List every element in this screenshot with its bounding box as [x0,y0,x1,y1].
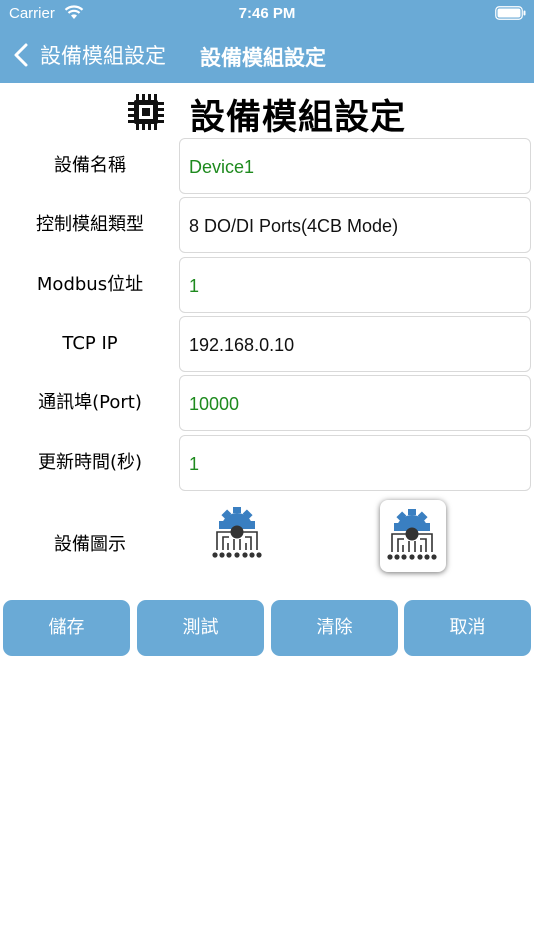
module-type-label: 控制模組類型 [36,214,144,235]
modbus-address-label: Modbus位址 [36,274,144,295]
status-bar: Carrier 7:46 PM [0,0,534,28]
tcp-ip-value: 192.168.0.10 [189,335,295,355]
port-label: 通訊埠(Port) [38,392,142,413]
page-header: 設備模組設定 [0,88,534,138]
test-button[interactable]: 測試 [137,600,264,656]
modbus-address-value: 1 [189,276,200,296]
refresh-time-value: 1 [189,454,200,474]
save-button[interactable]: 儲存 [3,600,130,656]
status-time: 7:46 PM [238,5,296,22]
page-title: 設備模組設定 [190,98,407,138]
tcp-ip-row: TCP IP 192.168.0.10 [0,316,534,372]
cancel-button[interactable]: 取消 [404,600,531,656]
top-bar: Carrier 7:46 PM 設備模組設定 設備模組設定 [0,0,534,83]
module-type-row: 控制模組類型 8 DO/DI Ports(4CB Mode) [0,197,534,253]
device-icon-label: 設備圖示 [54,534,126,555]
device-name-row: 設備名稱 Device1 [0,138,534,194]
device-gear-icon-option-1[interactable] [209,505,265,561]
device-name-label: 設備名稱 [54,155,126,176]
back-button[interactable]: 設備模組設定 [12,40,166,70]
nav-title: 設備模組設定 [200,46,326,70]
clear-button[interactable]: 清除 [271,600,398,656]
refresh-time-row: 更新時間(秒) 1 [0,435,534,491]
port-value: 10000 [189,394,240,414]
back-button-label: 設備模組設定 [40,44,166,68]
action-buttons: 儲存 測試 清除 取消 [0,600,534,656]
device-gear-icon-option-2[interactable] [384,507,440,563]
module-type-value: 8 DO/DI Ports(4CB Mode) [189,216,399,236]
chevron-left-icon [14,43,28,67]
module-type-select[interactable]: 8 DO/DI Ports(4CB Mode) [179,197,531,253]
battery-icon [495,6,526,20]
modbus-address-row: Modbus位址 1 [0,257,534,313]
device-name-value: Device1 [189,157,255,177]
device-name-field[interactable]: Device1 [179,138,531,194]
tcp-ip-label: TCP IP [62,333,118,354]
chip-icon [128,94,164,130]
device-icon-row: 設備圖示 [0,499,534,581]
navigation-bar: 設備模組設定 設備模組設定 [0,28,534,83]
port-field[interactable]: 10000 [179,375,531,431]
modbus-address-field[interactable]: 1 [179,257,531,313]
tcp-ip-field[interactable]: 192.168.0.10 [179,316,531,372]
refresh-time-field[interactable]: 1 [179,435,531,491]
port-row: 通訊埠(Port) 10000 [0,375,534,431]
refresh-time-label: 更新時間(秒) [37,452,143,473]
